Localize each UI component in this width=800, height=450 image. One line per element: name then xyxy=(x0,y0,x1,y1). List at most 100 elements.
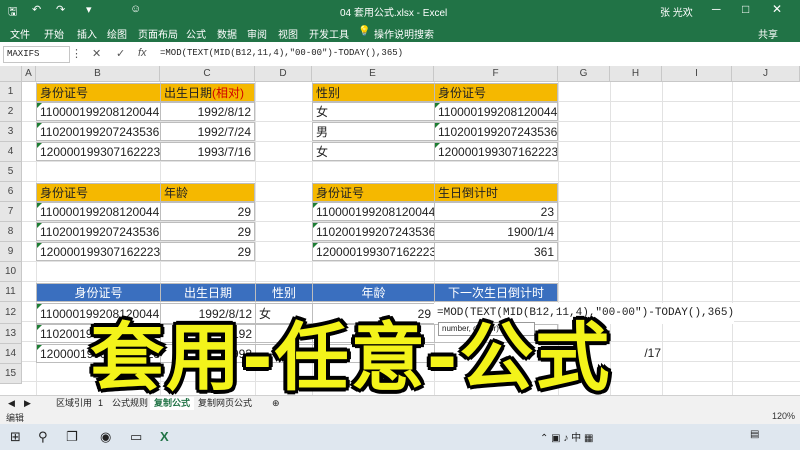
cell-b6[interactable]: 身份证号 xyxy=(36,183,161,202)
tab-insert[interactable]: 插入 xyxy=(77,26,97,41)
cell-c9[interactable]: 29 xyxy=(160,242,255,261)
cell-f7[interactable]: 23 xyxy=(434,202,558,221)
enter-button[interactable]: ✓ xyxy=(116,47,125,60)
tab-formulas[interactable]: 公式 xyxy=(186,26,206,41)
cell-e7[interactable]: 110000199208120044 xyxy=(312,202,435,221)
insert-function-button[interactable]: fx xyxy=(138,47,147,59)
cell-f1[interactable]: 身份证号 xyxy=(434,83,558,102)
tell-me-search[interactable]: 操作说明搜索 xyxy=(374,26,434,41)
column-header-a[interactable]: A xyxy=(22,66,36,82)
cell-b2[interactable]: 110000199208120044 xyxy=(36,102,161,121)
column-header-b[interactable]: B xyxy=(36,66,160,82)
redo-icon[interactable]: ↷ xyxy=(56,3,65,16)
cell-e3[interactable]: 男 xyxy=(312,122,435,141)
next-sheet-icon[interactable]: ▶ xyxy=(20,397,35,410)
column-header-e[interactable]: E xyxy=(312,66,434,82)
cell-c1[interactable]: 出生日期(相对) xyxy=(160,83,255,102)
notification-icon[interactable]: ▤ xyxy=(750,429,759,440)
zoom-level[interactable]: 120% xyxy=(772,411,795,421)
column-header-f[interactable]: F xyxy=(434,66,558,82)
row-header-13[interactable]: 13 xyxy=(0,324,22,344)
cell-c6[interactable]: 年龄 xyxy=(160,183,255,202)
row-header-14[interactable]: 14 xyxy=(0,344,22,364)
task-view-icon[interactable]: ❐ xyxy=(66,429,78,445)
name-box[interactable]: MAXIFS xyxy=(3,46,70,63)
column-header-j[interactable]: J xyxy=(732,66,800,82)
prev-sheet-icon[interactable]: ◀ xyxy=(4,397,19,410)
row-header-3[interactable]: 3 xyxy=(0,122,22,142)
cell-b1[interactable]: 身份证号 xyxy=(36,83,161,102)
row-header-15[interactable]: 15 xyxy=(0,364,22,384)
maximize-button[interactable]: □ xyxy=(742,2,749,16)
cell-b7[interactable]: 110000199208120044 xyxy=(36,202,161,221)
cell-f8[interactable]: 1900/1/4 xyxy=(434,222,558,241)
sheet-tab-1[interactable]: 1 xyxy=(94,397,107,410)
tab-view[interactable]: 视图 xyxy=(278,26,298,41)
cell-e9[interactable]: 120000199307162223 xyxy=(312,242,435,261)
tab-page-layout[interactable]: 页面布局 xyxy=(138,26,178,41)
cancel-button[interactable]: ✕ xyxy=(92,47,101,60)
row-header-1[interactable]: 1 xyxy=(0,82,22,102)
cell-e4[interactable]: 女 xyxy=(312,142,435,161)
cell-e8[interactable]: 110200199207243536 xyxy=(312,222,435,241)
cell-f6[interactable]: 生日倒计时 xyxy=(434,183,558,202)
file-explorer-icon[interactable]: ▭ xyxy=(130,429,142,445)
tab-home[interactable]: 开始 xyxy=(44,26,64,41)
sheet-tab-copy-web-formula[interactable]: 复制网页公式 xyxy=(194,397,256,410)
share-button[interactable]: 共享 xyxy=(758,26,778,41)
cell-c8[interactable]: 29 xyxy=(160,222,255,241)
sheet-tab-range-ref[interactable]: 区域引用 xyxy=(52,397,96,410)
tab-draw[interactable]: 绘图 xyxy=(107,26,127,41)
row-header-9[interactable]: 9 xyxy=(0,242,22,262)
cell-c4[interactable]: 1993/7/16 xyxy=(160,142,255,161)
excel-taskbar-icon[interactable]: X xyxy=(160,429,169,444)
cell-e2[interactable]: 女 xyxy=(312,102,435,121)
cell-b4[interactable]: 120000199307162223 xyxy=(36,142,161,161)
cell-f2[interactable]: 110000199208120044 xyxy=(434,102,558,121)
save-icon[interactable]: 🖫 xyxy=(8,3,17,22)
cell-f3[interactable]: 110200199207243536 xyxy=(434,122,558,141)
formula-input[interactable]: =MOD(TEXT(MID(B12,11,4),"00-00")-TODAY()… xyxy=(160,48,403,58)
row-header-2[interactable]: 2 xyxy=(0,102,22,122)
close-button[interactable]: ✕ xyxy=(772,2,782,16)
row-header-4[interactable]: 4 xyxy=(0,142,22,162)
dropdown-icon[interactable]: ▾ xyxy=(86,3,92,16)
cell-b3[interactable]: 110200199207243536 xyxy=(36,122,161,141)
tab-developer[interactable]: 开发工具 xyxy=(309,26,349,41)
tab-file[interactable]: 文件 xyxy=(10,26,30,41)
row-header-10[interactable]: 10 xyxy=(0,262,22,282)
minimize-button[interactable]: ─ xyxy=(712,2,721,16)
column-header-d[interactable]: D xyxy=(255,66,312,82)
cell-b9[interactable]: 120000199307162223 xyxy=(36,242,161,261)
cell-e1[interactable]: 性别 xyxy=(312,83,435,102)
cell-f9[interactable]: 361 xyxy=(434,242,558,261)
row-header-8[interactable]: 8 xyxy=(0,222,22,242)
search-icon[interactable]: ⚲ xyxy=(38,429,48,445)
row-header-11[interactable]: 11 xyxy=(0,282,22,302)
undo-icon[interactable]: ↶ xyxy=(32,3,41,16)
tab-data[interactable]: 数据 xyxy=(217,26,237,41)
row-header-5[interactable]: 5 xyxy=(0,162,22,182)
column-header-h[interactable]: H xyxy=(610,66,662,82)
cell-c2[interactable]: 1992/8/12 xyxy=(160,102,255,121)
column-header-c[interactable]: C xyxy=(160,66,255,82)
cell-c3[interactable]: 1992/7/24 xyxy=(160,122,255,141)
cell-c7[interactable]: 29 xyxy=(160,202,255,221)
chrome-icon[interactable]: ◉ xyxy=(100,429,111,445)
user-name[interactable]: 张 光欢 xyxy=(660,4,693,19)
cell-b8[interactable]: 110200199207243536 xyxy=(36,222,161,241)
windows-start-icon[interactable]: ⊞ xyxy=(10,429,21,445)
cell-e6[interactable]: 身份证号 xyxy=(312,183,435,202)
row-header-12[interactable]: 12 xyxy=(0,302,22,324)
system-tray-icon[interactable]: ⌃ ▣ ♪ 中 ▦ xyxy=(540,429,593,444)
add-sheet-icon[interactable]: ⊕ xyxy=(268,397,284,410)
column-header-i[interactable]: I xyxy=(662,66,732,82)
row-header-7[interactable]: 7 xyxy=(0,202,22,222)
cell-f4[interactable]: 120000199307162223 xyxy=(434,142,558,161)
column-header-g[interactable]: G xyxy=(558,66,610,82)
select-all-corner[interactable] xyxy=(0,66,22,82)
sheet-tab-formula-rules[interactable]: 公式规则 xyxy=(108,397,152,410)
row-header-6[interactable]: 6 xyxy=(0,182,22,202)
smiley-icon[interactable]: ☺ xyxy=(130,3,141,15)
tab-review[interactable]: 审阅 xyxy=(247,26,267,41)
